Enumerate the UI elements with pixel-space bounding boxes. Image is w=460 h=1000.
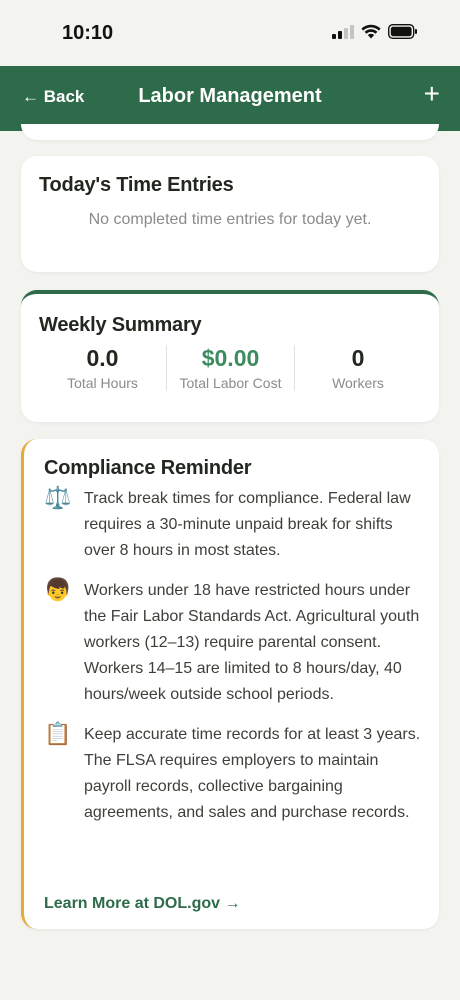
- stat-total-hours: 0.0 Total Hours: [39, 345, 166, 391]
- compliance-reminder-card: Compliance Reminder ⚖️ Track break times…: [21, 439, 439, 929]
- cellular-signal-icon: [332, 24, 354, 39]
- reminder-item: 📋 Keep accurate time records for at leas…: [44, 722, 421, 826]
- status-bar: 10:10: [0, 0, 460, 66]
- compliance-title: Compliance Reminder: [44, 457, 252, 479]
- stat-label: Workers: [332, 375, 384, 391]
- child-icon: 👦: [44, 578, 72, 603]
- page-title: Labor Management: [138, 85, 322, 107]
- stat-value: 0: [351, 345, 365, 371]
- reminder-text: Track break times for compliance. Federa…: [84, 490, 411, 559]
- summary-stats: 0.0 Total Hours $0.00 Total Labor Cost 0…: [39, 345, 421, 391]
- add-button[interactable]: +: [424, 80, 440, 108]
- stat-value: $0.00: [201, 345, 260, 371]
- battery-icon: [388, 24, 418, 39]
- stat-label: Total Labor Cost: [179, 375, 282, 391]
- reminder-item: ⚖️ Track break times for compliance. Fed…: [44, 486, 421, 564]
- time-entries-title: Today's Time Entries: [39, 174, 234, 196]
- status-time: 10:10: [62, 22, 114, 44]
- app-header: ← Back Labor Management +: [0, 66, 460, 131]
- reminder-text: Workers under 18 have restricted hours u…: [84, 582, 420, 703]
- empty-state-text: No completed time entries for today yet.: [88, 211, 372, 228]
- reminder-item: 👦 Workers under 18 have restricted hours…: [44, 578, 421, 708]
- stat-workers: 0 Workers: [295, 345, 421, 391]
- reminder-text: Keep accurate time records for at least …: [84, 726, 421, 821]
- stat-value: 0.0: [86, 345, 119, 371]
- clipboard-icon: 📋: [44, 722, 72, 747]
- status-icons: [332, 24, 418, 39]
- stat-label: Total Hours: [67, 375, 138, 391]
- weekly-summary-card: Weekly Summary 0.0 Total Hours $0.00 Tot…: [21, 290, 439, 422]
- learn-more-link[interactable]: Learn More at DOL.gov →: [44, 895, 240, 913]
- stat-total-labor-cost: $0.00 Total Labor Cost: [166, 345, 295, 391]
- time-entries-card: Today's Time Entries No completed time e…: [21, 156, 439, 272]
- weekly-summary-title: Weekly Summary: [39, 314, 202, 336]
- previous-card-edge: [21, 124, 439, 140]
- scales-icon: ⚖️: [44, 486, 72, 511]
- wifi-icon: [361, 24, 381, 39]
